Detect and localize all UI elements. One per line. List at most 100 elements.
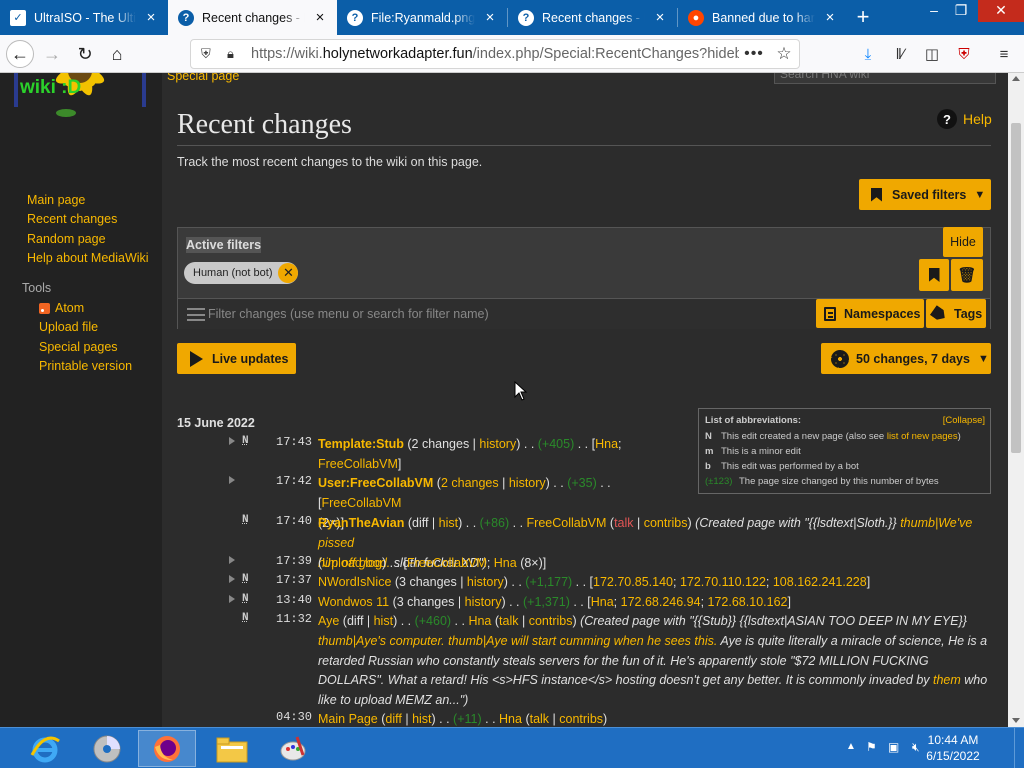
url-bar[interactable]: ⛨ 🔒︎ https://wiki.holynetworkadapter.fun… — [190, 39, 800, 69]
history-link[interactable]: history — [479, 437, 516, 451]
browser-tab-recent-changes-2[interactable]: ? Recent changes - HNA wiki × — [508, 0, 677, 35]
show-hidden-icons-icon[interactable]: ▲ — [846, 741, 856, 752]
lock-icon[interactable]: 🔒︎ — [227, 46, 245, 62]
wiki-logo[interactable]: wiki :D — [14, 73, 146, 135]
scroll-up-arrow-icon[interactable] — [1012, 76, 1020, 81]
close-tab-icon[interactable]: × — [653, 9, 667, 26]
page-link[interactable]: Main Page — [318, 712, 378, 726]
changes-summary: 50 changes, 7 days — [856, 352, 970, 366]
sidebar-item-random-page[interactable]: Random page — [27, 232, 106, 246]
ublock-shield-icon[interactable]: ⛨ — [953, 44, 975, 64]
gear-icon — [831, 350, 849, 368]
help-circle-icon: ? — [518, 10, 534, 26]
page-link[interactable]: NWordIsNice — [318, 575, 391, 589]
expand-arrow-icon[interactable] — [229, 437, 235, 445]
scroll-down-arrow-icon[interactable] — [1012, 718, 1020, 723]
page-link[interactable]: User:FreeCollabVM — [318, 476, 433, 490]
help-circle-icon: ? — [937, 109, 957, 129]
save-filter-button[interactable] — [919, 259, 949, 291]
live-updates-button[interactable]: Live updates — [177, 343, 296, 374]
page-link[interactable]: Wondwos 11 — [318, 595, 389, 609]
expand-arrow-icon[interactable] — [229, 556, 235, 564]
saved-filters-button[interactable]: Saved filters ▼ — [859, 179, 991, 210]
page-scrollbar[interactable] — [1008, 73, 1024, 727]
close-tab-icon[interactable]: × — [144, 9, 158, 26]
sidebar-item-main-page[interactable]: Main page — [27, 193, 85, 207]
help-circle-icon: ? — [178, 10, 194, 26]
hide-filters-button[interactable]: Hide — [943, 227, 983, 257]
sidebar-item-recent-changes[interactable]: Recent changes — [27, 212, 117, 226]
taskbar-clock[interactable]: 10:44 AM 6/15/2022 — [918, 732, 988, 764]
download-icon[interactable]: ⤓ — [857, 44, 879, 64]
chevron-down-icon: ▼ — [974, 189, 985, 201]
tracking-shield-icon[interactable]: ⛨ — [201, 46, 219, 62]
saved-filters-label: Saved filters — [892, 188, 966, 202]
back-arrow-icon[interactable]: ← — [6, 40, 34, 68]
filter-tag-chip[interactable]: Human (not bot) ✕ — [184, 262, 298, 284]
play-icon — [190, 351, 203, 367]
namespaces-icon — [824, 307, 836, 321]
tool-printable-version[interactable]: Printable version — [39, 359, 132, 373]
sidebar-toggle-icon[interactable]: ◫ — [921, 44, 943, 64]
forward-arrow-icon[interactable]: → — [38, 40, 66, 68]
help-link[interactable]: ? Help — [937, 109, 992, 129]
tag-icon — [930, 305, 948, 323]
close-tab-icon[interactable]: × — [823, 9, 837, 26]
filter-menu-icon[interactable] — [187, 308, 205, 321]
chevron-down-icon: ▼ — [978, 353, 989, 365]
page-link[interactable]: Template:Stub — [318, 437, 404, 451]
change-summary: Template:Stub (2 changes | history) . . … — [318, 435, 991, 475]
search-input[interactable]: Search HNA wiki — [774, 73, 996, 84]
expand-arrow-icon[interactable] — [229, 575, 235, 583]
bookmark-icon — [929, 268, 940, 282]
legend-collapse-link[interactable]: [Collapse] — [943, 415, 985, 426]
change-summary: Main Page (diff | hist) . . (+11) . . Hn… — [318, 710, 991, 727]
tool-special-pages[interactable]: Special pages — [39, 340, 118, 354]
firefox-icon[interactable] — [138, 730, 196, 767]
show-desktop-button[interactable] — [1014, 728, 1024, 768]
scroll-thumb[interactable] — [1011, 123, 1021, 453]
page-actions-icon[interactable]: ••• — [739, 45, 769, 63]
network-icon[interactable]: ▣ — [888, 740, 899, 754]
paint-icon[interactable] — [264, 730, 322, 767]
expand-arrow-icon[interactable] — [229, 595, 235, 603]
filter-search-input[interactable] — [208, 299, 813, 329]
browser-tab-ryanmald[interactable]: ? File:Ryanmald.png - HNA wiki × — [337, 0, 507, 35]
page-link[interactable]: RyanTheAvian — [318, 516, 404, 530]
page-title: Recent changes — [177, 109, 352, 141]
action-center-flag-icon[interactable]: ⚑ — [866, 740, 877, 754]
special-page-tab[interactable]: Special page — [167, 73, 239, 83]
browser-tab-ultraiso[interactable]: ✓ UltraISO - The Ultimate ISO × — [0, 0, 168, 35]
reload-icon[interactable]: ↻ — [71, 40, 99, 68]
internet-explorer-icon[interactable] — [16, 730, 74, 767]
library-icon[interactable]: ‖∕ — [889, 44, 911, 64]
url-text[interactable]: https://wiki.holynetworkadapter.fun/inde… — [251, 46, 739, 62]
change-time: 17:39 — [276, 554, 312, 568]
tool-upload-file[interactable]: Upload file — [39, 320, 98, 334]
bookmark-star-icon[interactable]: ☆ — [769, 44, 799, 64]
remove-filter-icon[interactable]: ✕ — [278, 263, 298, 283]
new-tab-button[interactable]: + — [850, 3, 876, 31]
tool-atom[interactable]: Atom — [55, 301, 84, 315]
restore-icon[interactable]: ❐ — [944, 0, 978, 22]
expand-arrow-icon[interactable] — [229, 476, 235, 484]
home-icon[interactable]: ⌂ — [103, 40, 131, 68]
sidebar-item-help[interactable]: Help about MediaWiki — [27, 251, 149, 265]
page-link[interactable]: Aye — [318, 614, 339, 628]
close-tab-icon[interactable]: × — [483, 9, 497, 26]
clear-filters-button[interactable]: 🗑︎ — [951, 259, 983, 291]
close-tab-icon[interactable]: × — [313, 9, 327, 26]
browser-tab-reddit[interactable]: ● Banned due to harassment × — [678, 0, 847, 35]
browser-tab-recent-changes[interactable]: ? Recent changes - HNA wiki × — [168, 0, 337, 35]
file-explorer-icon[interactable] — [203, 730, 261, 767]
reddit-icon: ● — [688, 10, 704, 26]
tags-button[interactable]: Tags — [926, 299, 986, 328]
media-disc-icon[interactable] — [78, 730, 136, 767]
changes-options-button[interactable]: 50 changes, 7 days ▼ — [821, 343, 991, 374]
window-close-icon[interactable]: ✕ — [978, 0, 1024, 22]
change-time: 13:40 — [276, 593, 312, 607]
tags-label: Tags — [954, 307, 982, 321]
namespaces-button[interactable]: Namespaces — [816, 299, 924, 328]
upload-log-link[interactable]: Upload log — [322, 556, 382, 570]
hamburger-menu-icon[interactable]: ≡ — [993, 44, 1015, 64]
